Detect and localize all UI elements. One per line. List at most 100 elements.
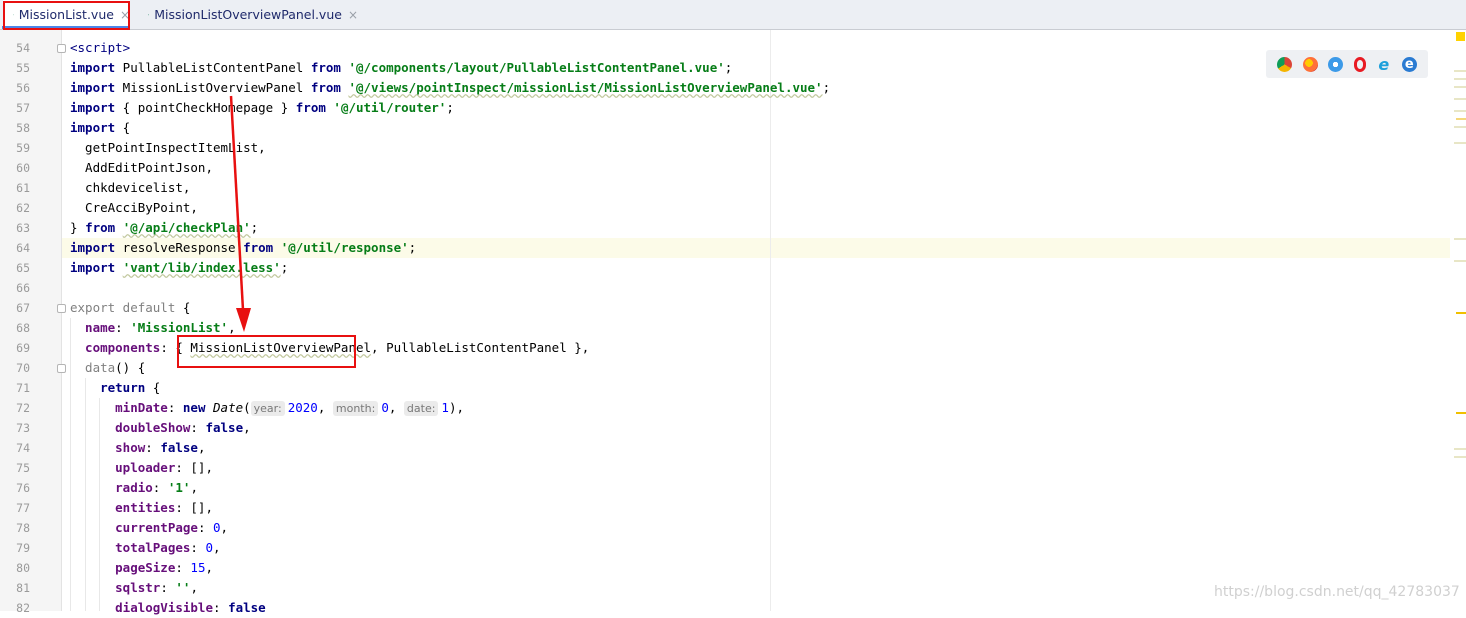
punct: : — [115, 320, 130, 335]
keyword: false — [160, 440, 198, 455]
firefox-icon[interactable] — [1303, 57, 1318, 72]
punct: } — [70, 220, 85, 235]
string: '@/util/router' — [333, 100, 446, 115]
ie-icon[interactable]: e — [1376, 57, 1391, 72]
keyword: import — [70, 100, 115, 115]
line-number: 57 — [0, 98, 30, 118]
punct: : — [145, 440, 160, 455]
number: 1 — [441, 400, 449, 415]
line-number: 65 — [0, 258, 30, 278]
punct: ; — [281, 260, 289, 275]
close-icon[interactable]: × — [120, 8, 130, 22]
property: radio — [70, 480, 153, 495]
identifier: PullableListContentPanel — [115, 60, 311, 75]
fold-marker-icon[interactable] — [57, 364, 66, 373]
string: '@/components/layout/PullableListContent… — [348, 60, 724, 75]
script-tag: <script> — [70, 40, 130, 55]
keyword: import — [70, 60, 115, 75]
watermark: https://blog.csdn.net/qq_42783037 — [1214, 584, 1460, 600]
string: '@/util/response' — [281, 240, 409, 255]
opera-icon[interactable] — [1354, 57, 1366, 72]
marker — [1454, 110, 1466, 112]
line-number: 81 — [0, 578, 30, 598]
number: 0 — [213, 520, 221, 535]
identifier: MissionListOverviewPanel — [115, 80, 311, 95]
component-identifier: MissionListOverviewPanel — [190, 340, 371, 355]
punct: : — [190, 540, 205, 555]
line-number: 76 — [0, 478, 30, 498]
editor-tab-bar: MissionList.vue × MissionListOverviewPan… — [0, 0, 1466, 30]
tab-missionlist-vue[interactable]: MissionList.vue × — [3, 0, 130, 29]
line-number: 69 — [0, 338, 30, 358]
line-number: 61 — [0, 178, 30, 198]
line-number: 72 — [0, 398, 30, 418]
string: '@/views/pointInspect/missionList/Missio… — [348, 80, 822, 95]
identifier: getPointInspectItemList, — [70, 140, 266, 155]
code-line-59: getPointInspectItemList, — [70, 138, 266, 158]
string: '1' — [168, 480, 191, 495]
inspection-status-icon[interactable] — [1456, 32, 1465, 41]
punct: : [], — [175, 460, 213, 475]
code-line-62: CreAcciByPoint, — [70, 198, 198, 218]
punct: ), — [449, 400, 464, 415]
browser-preview-bar: e e — [1266, 50, 1428, 78]
punct: ; — [409, 240, 417, 255]
punct: , — [318, 400, 333, 415]
identifier: , PullableListContentPanel }, — [371, 340, 589, 355]
line-number: 74 — [0, 438, 30, 458]
param-hint: year: — [251, 401, 285, 416]
line-number: 80 — [0, 558, 30, 578]
line-number: 82 — [0, 598, 30, 618]
indent-guide — [99, 398, 100, 611]
safari-icon[interactable] — [1328, 57, 1343, 72]
punct: , — [190, 580, 198, 595]
chrome-icon[interactable] — [1277, 57, 1292, 72]
keyword: from — [85, 220, 115, 235]
identifier: CreAcciByPoint, — [70, 200, 198, 215]
fold-marker-icon[interactable] — [57, 304, 66, 313]
line-number: 54 — [0, 38, 30, 58]
punct: : — [175, 560, 190, 575]
keyword: import — [70, 240, 115, 255]
line-number: 73 — [0, 418, 30, 438]
keyword: from — [243, 240, 273, 255]
punct: : — [213, 600, 228, 615]
punct: ( — [243, 400, 251, 415]
marker — [1456, 412, 1466, 414]
code-line-56: import MissionListOverviewPanel from '@/… — [70, 78, 830, 98]
param-hint: date: — [404, 401, 439, 416]
property: totalPages — [70, 540, 190, 555]
punct: , — [389, 400, 404, 415]
keyword: export default — [70, 300, 175, 315]
space — [115, 220, 123, 235]
marker — [1456, 118, 1466, 120]
line-number: 60 — [0, 158, 30, 178]
code-layer: <script> import PullableListContentPanel… — [62, 30, 1450, 611]
tab-missionlistoverviewpanel-vue[interactable]: MissionListOverviewPanel.vue × — [138, 0, 358, 29]
identifier: chkdevicelist, — [70, 180, 190, 195]
punct: : { — [160, 340, 190, 355]
property: dialogVisible — [70, 600, 213, 615]
code-line-71: return { — [70, 378, 160, 398]
line-number: 64 — [0, 238, 30, 258]
edge-icon[interactable]: e — [1402, 57, 1417, 72]
code-line-61: chkdevicelist, — [70, 178, 190, 198]
indent-guide — [70, 318, 71, 611]
code-line-72: minDate: new Date(year:2020, month:0, da… — [70, 398, 464, 418]
marker — [1454, 260, 1466, 262]
number: 0 — [381, 400, 389, 415]
method: data — [70, 360, 115, 375]
marker — [1454, 78, 1466, 80]
number: 0 — [205, 540, 213, 555]
line-number: 67 — [0, 298, 30, 318]
close-icon[interactable]: × — [348, 8, 358, 22]
fold-marker-icon[interactable] — [57, 44, 66, 53]
number: 2020 — [288, 400, 318, 415]
line-number: 55 — [0, 58, 30, 78]
marker — [1454, 70, 1466, 72]
error-stripe[interactable] — [1450, 30, 1466, 611]
punct: ; — [823, 80, 831, 95]
punct: : — [153, 480, 168, 495]
code-line-68: name: 'MissionList', — [70, 318, 236, 338]
keyword: return — [70, 380, 145, 395]
